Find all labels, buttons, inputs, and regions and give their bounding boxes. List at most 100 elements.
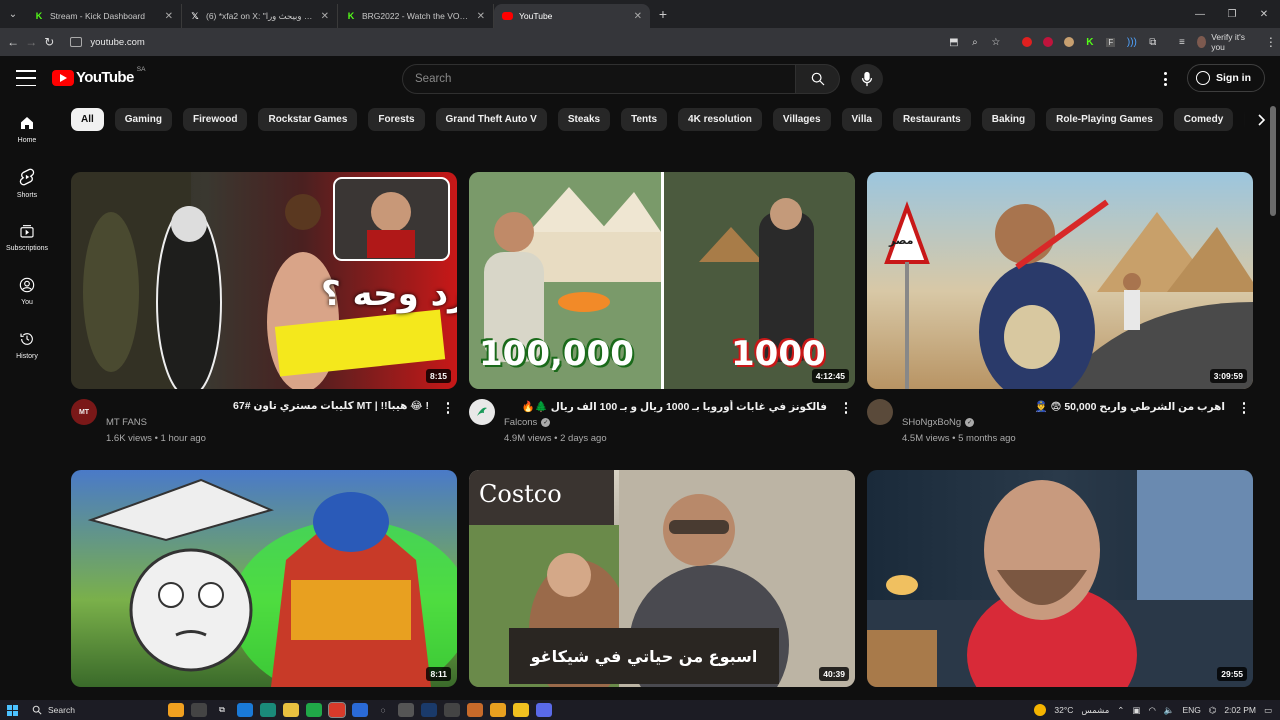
sidebar-item-history[interactable]: History <box>0 318 54 372</box>
video-menu-icon[interactable] <box>1239 401 1249 415</box>
chip-forests[interactable]: Forests <box>368 108 425 131</box>
voice-search-button[interactable] <box>851 64 883 94</box>
channel-avatar[interactable] <box>867 399 893 425</box>
taskbar-app-icon[interactable] <box>490 703 506 717</box>
browser-tab-active[interactable]: YouTube ✕ <box>494 4 650 28</box>
taskbar-search[interactable]: Search <box>24 702 154 718</box>
video-menu-icon[interactable] <box>841 401 851 415</box>
taskbar-app-icon[interactable] <box>513 703 529 717</box>
extensions-puzzle-icon[interactable]: ⧉ <box>1145 35 1160 50</box>
browser-tab[interactable]: K BRG2022 - Watch the VOD on Kick ✕ <box>338 4 494 28</box>
chip-steaks[interactable]: Steaks <box>557 108 611 131</box>
video-card[interactable]: 29:55 <box>867 470 1253 687</box>
sidebar-item-home[interactable]: Home <box>0 102 54 156</box>
notification-icon[interactable]: ▭ <box>1264 705 1272 716</box>
close-tab-icon[interactable]: ✕ <box>321 11 329 22</box>
task-view-icon[interactable]: ⧉ <box>214 703 230 717</box>
taskbar-app-icon[interactable] <box>191 703 207 717</box>
tray-app-icon[interactable]: ▣ <box>1132 705 1140 716</box>
video-title[interactable]: ! 😂 هيبا!! | MT كليبات مستري تاون #67 <box>106 400 429 412</box>
reading-list-icon[interactable]: ≡ <box>1174 35 1189 50</box>
page-scrollbar[interactable] <box>1269 102 1277 692</box>
chip-gaming[interactable]: Gaming <box>114 108 173 131</box>
video-thumbnail[interactable]: 100,000 1000 4:12:45 <box>469 172 855 389</box>
sidebar-item-shorts[interactable]: Shorts <box>0 156 54 210</box>
taskbar-app-icon[interactable] <box>237 703 253 717</box>
start-button[interactable] <box>0 700 24 720</box>
video-card[interactable]: 8:11 <box>71 470 457 687</box>
steam-icon[interactable] <box>421 703 437 717</box>
taskbar-app-icon[interactable] <box>467 703 483 717</box>
close-tab-icon[interactable]: ✕ <box>634 11 642 22</box>
chip-baking[interactable]: Baking <box>981 108 1036 131</box>
video-thumbnail[interactable]: انت بارد وجه ؟ 8:15 <box>71 172 457 389</box>
sign-in-button[interactable]: Sign in <box>1187 64 1265 92</box>
chip-all[interactable]: All <box>71 108 104 131</box>
restore-icon[interactable]: ❐ <box>1216 0 1248 28</box>
video-card[interactable]: 100,000 1000 4:12:45 فالكونز في غابات أو… <box>469 172 855 451</box>
settings-more-icon[interactable] <box>1158 70 1172 88</box>
extension-record-icon[interactable] <box>1040 35 1055 50</box>
video-card[interactable]: مصر 3:09:59 اهرب من الشرطي واربح 50,000 … <box>867 172 1253 451</box>
sidebar-item-subscriptions[interactable]: Subscriptions <box>0 210 54 264</box>
taskbar-app-icon[interactable] <box>398 703 414 717</box>
taskbar-app-icon[interactable] <box>306 703 322 717</box>
video-card[interactable]: Costco اسبوع من حياتي في شيكاغو 40:39 <box>469 470 855 687</box>
extension-kick-icon[interactable]: K <box>1082 35 1097 50</box>
search-field[interactable] <box>402 64 796 94</box>
browser-tab[interactable]: K Stream - Kick Dashboard ✕ <box>26 4 182 28</box>
zoom-icon[interactable]: ⌕ <box>967 35 982 50</box>
search-input[interactable] <box>415 73 795 85</box>
chrome-icon[interactable] <box>328 702 346 718</box>
new-tab-button[interactable]: + <box>650 6 676 22</box>
chip-firewood[interactable]: Firewood <box>183 108 248 131</box>
chip-rockstar-games[interactable]: Rockstar Games <box>258 108 358 131</box>
chip-villages[interactable]: Villages <box>772 108 831 131</box>
profile-verify-button[interactable]: Verify it's you <box>1197 32 1247 52</box>
forward-icon[interactable]: → <box>22 30 40 54</box>
install-app-icon[interactable]: ⬒ <box>946 35 961 50</box>
chips-next-button[interactable] <box>1232 108 1266 132</box>
video-title[interactable]: اهرب من الشرطي واربح 50,000 😨 👮‍♂️ <box>902 400 1225 413</box>
browser-menu-icon[interactable]: ⋮ <box>1262 30 1280 54</box>
sidebar-item-you[interactable]: You <box>0 264 54 318</box>
video-card[interactable]: انت بارد وجه ؟ 8:15 MT ! 😂 هيبا!! | MT ك… <box>71 172 457 451</box>
youtube-logo[interactable]: YouTube SA <box>52 66 145 86</box>
chip-comedy[interactable]: Comedy <box>1173 108 1234 131</box>
channel-name[interactable]: SHoNgxBoNg ✓ <box>902 417 975 428</box>
video-thumbnail[interactable]: مصر 3:09:59 <box>867 172 1253 389</box>
video-thumbnail[interactable]: 29:55 <box>867 470 1253 687</box>
chip-restaurants[interactable]: Restaurants <box>892 108 971 131</box>
taskbar-app-icon[interactable]: ◌ <box>375 703 391 717</box>
back-icon[interactable]: ← <box>4 30 22 54</box>
extension-tan-icon[interactable] <box>1061 35 1076 50</box>
site-info-icon[interactable] <box>70 37 83 47</box>
taskbar-app-icon[interactable] <box>352 703 368 717</box>
video-thumbnail[interactable]: Costco اسبوع من حياتي في شيكاغو 40:39 <box>469 470 855 687</box>
browser-tab[interactable]: 𝕏 (6) *xfa2 on X: "تتش وبيحث ورا" ✕ <box>182 4 338 28</box>
tray-chevron-icon[interactable]: ⌃ <box>1117 705 1124 716</box>
channel-name[interactable]: MT FANS <box>106 417 147 428</box>
edge-icon[interactable] <box>260 703 276 717</box>
volume-icon[interactable]: 🔈 <box>1164 705 1175 716</box>
guide-menu-icon[interactable] <box>16 70 36 86</box>
close-tab-icon[interactable]: ✕ <box>165 11 173 22</box>
chip-grand-theft-auto-v[interactable]: Grand Theft Auto V <box>435 108 547 131</box>
discord-icon[interactable] <box>536 703 552 717</box>
extension-red-icon[interactable] <box>1019 35 1034 50</box>
chip-villa[interactable]: Villa <box>841 108 882 131</box>
input-language[interactable]: ENG <box>1182 705 1200 715</box>
close-tab-icon[interactable]: ✕ <box>477 11 485 22</box>
taskbar-app-icon[interactable] <box>168 703 184 717</box>
address-bar[interactable]: youtube.com <box>62 31 862 53</box>
channel-avatar[interactable] <box>469 399 495 425</box>
weather-sun-icon[interactable] <box>1034 704 1047 716</box>
tab-search-chevron-icon[interactable]: ⌄ <box>0 0 26 28</box>
scrollbar-thumb[interactable] <box>1270 106 1276 216</box>
channel-name[interactable]: Falcons ✓ <box>504 417 551 428</box>
clock[interactable]: 2:02 PM <box>1224 705 1256 715</box>
file-explorer-icon[interactable] <box>283 703 299 717</box>
video-menu-icon[interactable] <box>443 401 453 415</box>
wifi-icon[interactable]: ◠ <box>1148 705 1155 716</box>
taskbar-app-icon[interactable] <box>444 703 460 717</box>
